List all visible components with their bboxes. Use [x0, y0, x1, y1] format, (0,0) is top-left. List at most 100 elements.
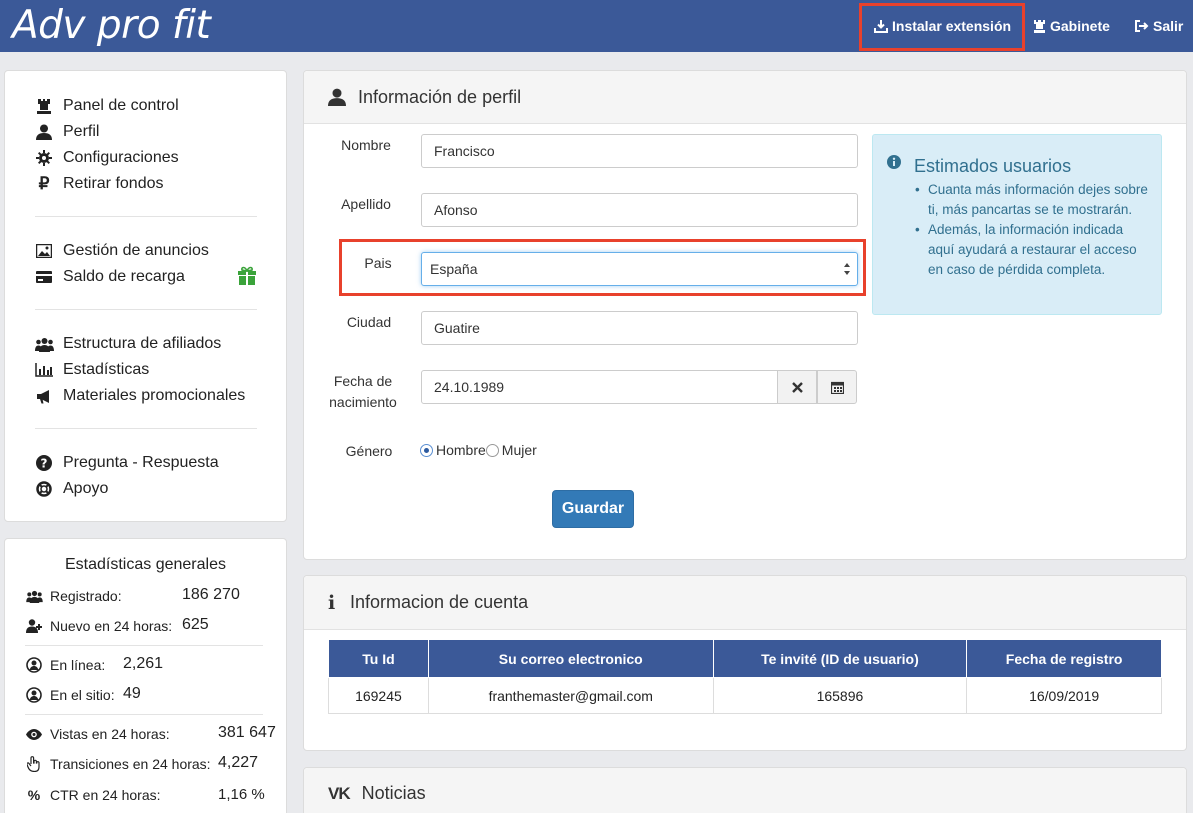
logout-button[interactable]: Salir	[1134, 0, 1183, 52]
ruble-icon: ₽	[38, 174, 50, 193]
rook-icon	[1034, 20, 1045, 33]
stat-on-site: En el sitio:	[25, 684, 115, 706]
sidebar-item-label: Estructura de afiliados	[63, 335, 222, 352]
user-icon	[34, 124, 54, 140]
birthdate-field[interactable]: 24.10.1989	[421, 370, 778, 404]
cabinet-label: Gabinete	[1050, 18, 1110, 34]
info-alert: Estimados usuarios Cuanta más informació…	[872, 134, 1162, 315]
stat-label: Vistas en 24 horas:	[50, 726, 170, 742]
apellido-field[interactable]: Afonso	[421, 193, 858, 227]
pointer-hand-icon	[25, 756, 43, 772]
sign-out-icon	[1135, 20, 1149, 32]
fecha-label: Fecha de nacimiento	[313, 371, 413, 413]
ciudad-label: Ciudad	[346, 314, 392, 330]
info-title: Estimados usuarios	[914, 156, 1072, 176]
close-icon	[791, 381, 803, 393]
gift-icon	[238, 266, 256, 285]
sidebar-item-faq[interactable]: ? Pregunta - Respuesta	[34, 451, 219, 475]
gear-icon	[34, 150, 54, 166]
panel-title: Noticias	[361, 783, 426, 803]
fecha-label-line1: Fecha de	[333, 373, 393, 389]
user-circle-icon	[25, 657, 43, 673]
bar-chart-icon	[34, 363, 54, 377]
table-cell: 169245	[328, 677, 429, 714]
stat-new-24h: Nuevo en 24 horas:	[25, 615, 172, 637]
gender-radio-hombre[interactable]: Hombre	[420, 442, 486, 458]
stats-title: Estadísticas generales	[65, 556, 226, 573]
stat-value: 381 647	[218, 724, 276, 741]
user-icon	[328, 88, 346, 106]
stat-value: 4,227	[218, 754, 259, 771]
sidebar-item-profile[interactable]: Perfil	[34, 120, 99, 144]
panel-header: Información de perfil	[304, 71, 1186, 124]
gender-radio-group: Hombre Mujer	[420, 442, 537, 458]
stat-label: Transiciones en 24 horas:	[50, 756, 211, 772]
info-list-item: Cuanta más información dejes sobre ti, m…	[913, 180, 1149, 220]
table-header-row: Tu Id Su correo electronico Te invité (I…	[328, 639, 1162, 678]
panel-title: Información de perfil	[358, 86, 522, 107]
vk-icon: VK	[328, 783, 351, 803]
save-button[interactable]: Guardar	[552, 490, 634, 528]
genero-label: Género	[345, 443, 393, 459]
stat-ctr-24h: % CTR en 24 horas:	[25, 784, 161, 806]
sidebar-menu: Panel de control Perfil Configuraciones …	[4, 70, 287, 522]
gender-radio-mujer[interactable]: Mujer	[485, 442, 537, 458]
clear-date-button[interactable]	[777, 370, 817, 404]
news-panel: VK Noticias	[303, 767, 1187, 813]
general-stats-card: Estadísticas generales Registrado: 186 2…	[4, 538, 287, 813]
stat-value: 1,16 %	[218, 785, 265, 803]
stats-divider	[25, 714, 263, 715]
radio-label: Hombre	[436, 442, 486, 458]
sidebar-item-label: Saldo de recarga	[63, 268, 185, 285]
user-plus-icon	[25, 619, 43, 633]
table-cell: 165896	[712, 677, 968, 714]
nombre-field[interactable]: Francisco	[421, 134, 858, 168]
app-logo[interactable]: Adv pro fit	[12, 3, 211, 48]
users-icon	[25, 590, 43, 603]
sidebar-item-label: Materiales promocionales	[63, 387, 246, 404]
calendar-button[interactable]	[817, 370, 857, 404]
user-circle-icon	[25, 687, 43, 703]
radio-label: Mujer	[501, 442, 537, 458]
question-circle-icon: ?	[34, 455, 54, 471]
stat-value: 49	[123, 685, 141, 702]
column-header: Su correo electronico	[427, 639, 714, 678]
column-header: Tu Id	[328, 639, 429, 678]
radio-dot	[485, 443, 499, 457]
sidebar-item-affiliates[interactable]: Estructura de afiliados	[34, 332, 221, 356]
stat-value: 2,261	[123, 655, 164, 672]
sidebar-item-withdraw[interactable]: ₽ Retirar fondos	[34, 172, 164, 196]
sidebar-divider	[35, 309, 257, 310]
life-ring-icon	[34, 481, 54, 497]
stat-registered: Registrado:	[25, 585, 122, 607]
sidebar-item-label: Perfil	[63, 123, 100, 140]
sidebar-item-label: Pregunta - Respuesta	[63, 454, 219, 471]
sidebar-item-dashboard[interactable]: Panel de control	[34, 94, 179, 118]
svg-text:?: ?	[41, 457, 48, 471]
sidebar-item-ads[interactable]: Gestión de anuncios	[34, 239, 209, 263]
stat-online: En línea:	[25, 654, 105, 676]
ciudad-field[interactable]: Guatire	[421, 311, 858, 345]
stat-label: Nuevo en 24 horas:	[50, 618, 173, 634]
percent-icon: %	[27, 787, 41, 803]
logout-label: Salir	[1153, 18, 1184, 34]
eye-icon	[25, 728, 43, 740]
sidebar-item-settings[interactable]: Configuraciones	[34, 146, 179, 170]
apellido-label: Apellido	[341, 196, 391, 212]
pais-highlight-box	[339, 239, 866, 296]
stat-transitions-24h: Transiciones en 24 horas:	[25, 753, 211, 775]
cabinet-button[interactable]: Gabinete	[1033, 0, 1110, 52]
stat-label: En línea:	[50, 657, 106, 673]
sidebar-item-statistics[interactable]: Estadísticas	[34, 358, 149, 382]
sidebar-item-support[interactable]: Apoyo	[34, 477, 108, 501]
table-cell: 16/09/2019	[966, 677, 1162, 714]
sidebar-item-promo-materials[interactable]: Materiales promocionales	[34, 384, 245, 408]
users-icon	[34, 337, 54, 352]
sidebar-item-label: Apoyo	[63, 480, 109, 497]
install-highlight-box	[859, 3, 1025, 51]
account-table: Tu Id Su correo electronico Te invité (I…	[328, 639, 1162, 714]
table-cell: franthemaster@gmail.com	[427, 677, 714, 714]
stat-value: 186 270	[182, 586, 240, 603]
sidebar-item-topup[interactable]: Saldo de recarga	[34, 265, 185, 289]
stat-label: En el sitio:	[50, 687, 115, 703]
